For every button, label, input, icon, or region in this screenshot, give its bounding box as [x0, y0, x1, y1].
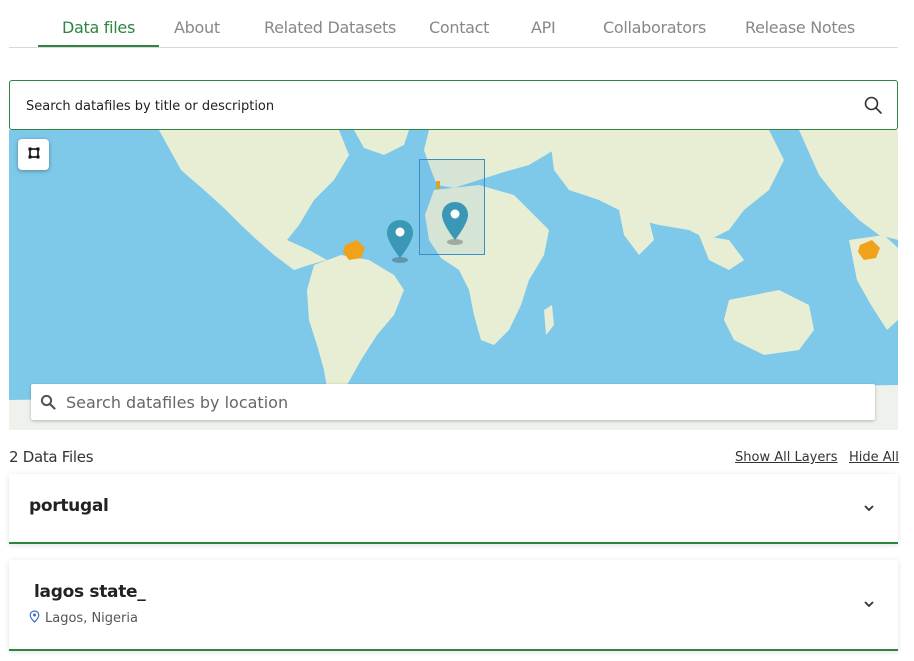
location-pin-icon — [29, 610, 40, 627]
tab-bar: Data files About Related Datasets Contac… — [9, 0, 898, 48]
hide-all-link[interactable]: Hide All — [849, 450, 899, 465]
search-icon — [40, 394, 56, 410]
show-all-layers-link[interactable]: Show All Layers — [735, 450, 837, 465]
results-count: 2 Data Files — [9, 448, 94, 466]
tab-collaborators[interactable]: Collaborators — [603, 18, 706, 47]
datafile-title: lagos state_ — [34, 582, 146, 602]
location-search-input[interactable] — [66, 391, 846, 413]
location-search — [31, 384, 875, 420]
datafile-card[interactable]: lagos state_ Lagos, Nigeria — [9, 560, 898, 651]
chevron-down-icon[interactable] — [862, 501, 876, 515]
datafile-search — [9, 80, 898, 130]
datafile-location: Lagos, Nigeria — [29, 610, 138, 627]
datafile-search-input[interactable] — [26, 95, 826, 117]
datafile-card[interactable]: portugal — [9, 474, 898, 544]
tab-contact[interactable]: Contact — [429, 18, 489, 47]
tab-release-notes[interactable]: Release Notes — [745, 18, 855, 47]
tab-api[interactable]: API — [531, 18, 556, 47]
tab-about[interactable]: About — [174, 18, 220, 47]
datafile-location-label: Lagos, Nigeria — [45, 611, 138, 626]
draw-rectangle-icon — [28, 146, 40, 164]
map-view[interactable] — [9, 130, 898, 430]
datafile-title: portugal — [29, 496, 109, 516]
tab-related-datasets[interactable]: Related Datasets — [264, 18, 396, 47]
chevron-down-icon[interactable] — [862, 597, 876, 611]
map-pin-icon[interactable] — [385, 218, 415, 264]
map-pin-icon[interactable] — [440, 200, 470, 246]
search-icon[interactable] — [863, 95, 883, 115]
tab-data-files[interactable]: Data files — [38, 18, 159, 47]
draw-rectangle-button[interactable] — [18, 139, 49, 170]
